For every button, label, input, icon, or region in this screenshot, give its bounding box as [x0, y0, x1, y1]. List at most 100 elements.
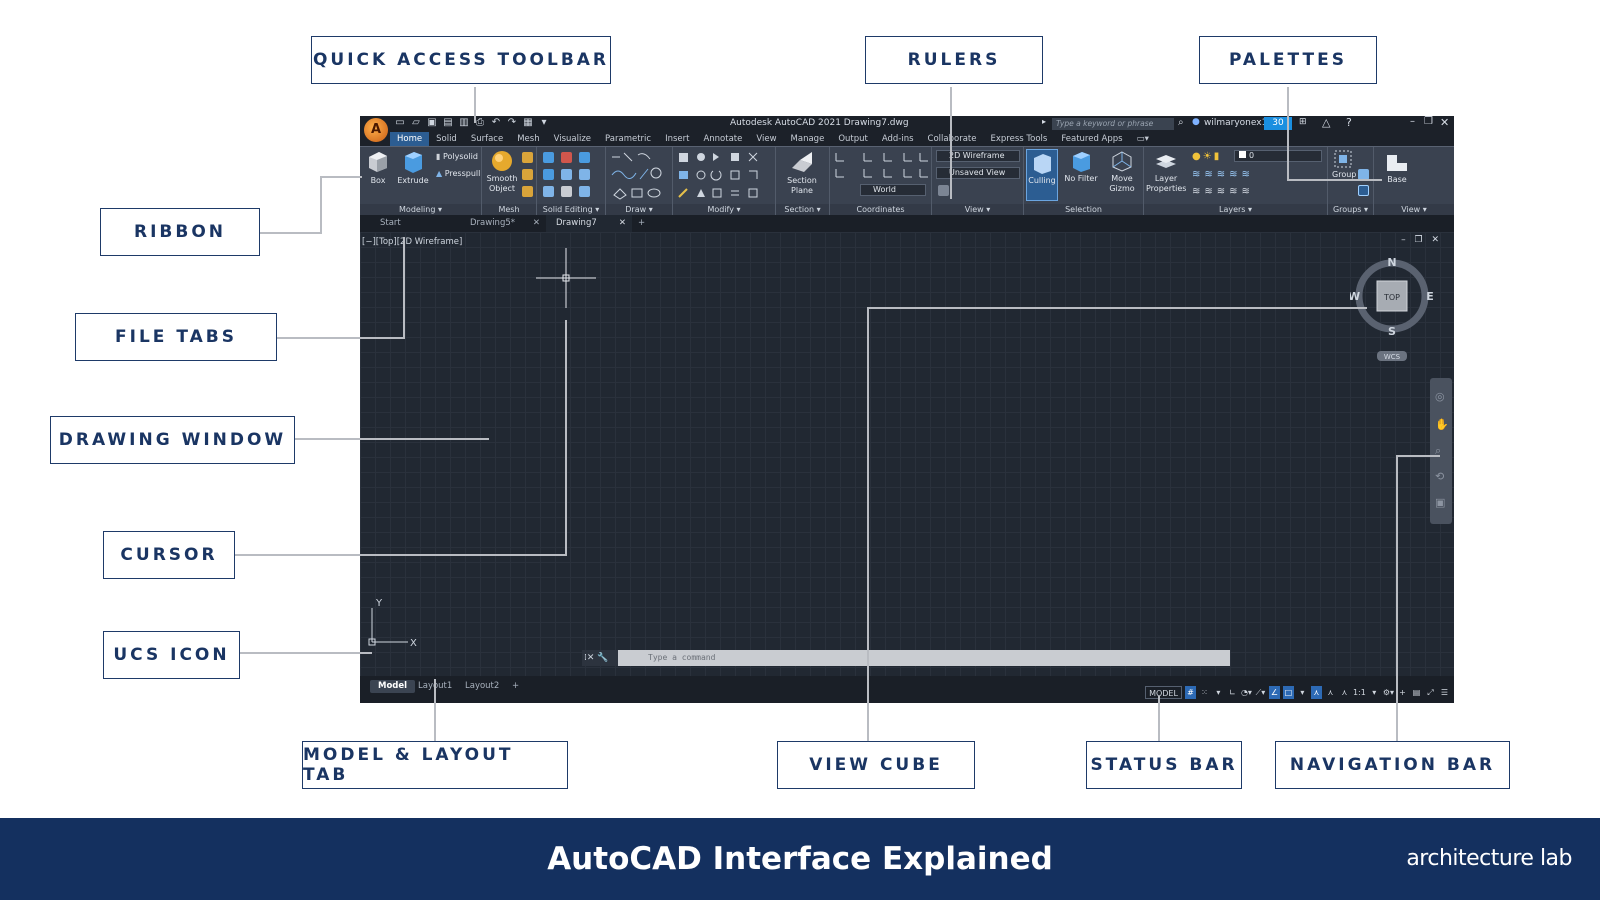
search-arrow-icon[interactable]: ▸: [1042, 117, 1046, 126]
object-snap-tracking-icon[interactable]: ∠: [1268, 685, 1280, 699]
panel-title-view-base[interactable]: View ▾: [1374, 204, 1454, 215]
panel-title-draw[interactable]: Draw ▾: [606, 204, 672, 215]
save-icon[interactable]: ▣: [426, 117, 438, 129]
open-file-icon[interactable]: ▱: [410, 117, 422, 129]
snap-icon[interactable]: ⁙: [1199, 686, 1210, 699]
minimize-icon[interactable]: –: [1410, 116, 1415, 127]
search-icon[interactable]: ⌕: [1178, 117, 1184, 128]
panel-title-groups[interactable]: Groups ▾: [1328, 204, 1373, 215]
layer-properties-tool[interactable]: Layer Properties: [1146, 150, 1186, 194]
annotation-visibility-icon[interactable]: ⋏: [1310, 685, 1322, 699]
intersect-icon[interactable]: [579, 152, 590, 163]
user-name[interactable]: wilmaryonex13: [1204, 118, 1273, 128]
tab-layout2[interactable]: Layout2: [457, 680, 507, 693]
compass-s[interactable]: S: [1388, 325, 1396, 338]
close-icon[interactable]: ✕: [1440, 116, 1449, 129]
section-plane-tool[interactable]: Section Plane: [784, 150, 820, 196]
layer-state-icons[interactable]: ●☀▮: [1192, 151, 1221, 162]
object-snap-icon[interactable]: □: [1282, 685, 1294, 699]
showmotion-icon[interactable]: ▣: [1435, 496, 1445, 509]
compass-w[interactable]: W: [1350, 290, 1360, 303]
annotation-scale-value[interactable]: 1:1: [1353, 686, 1366, 699]
share-icon[interactable]: ▦: [522, 117, 534, 129]
open-web-icon[interactable]: ▥: [458, 117, 470, 129]
panel-title-solid-editing[interactable]: Solid Editing ▾: [537, 204, 605, 215]
mesh-smooth-less-icon[interactable]: [522, 169, 533, 180]
pan-icon[interactable]: ✋: [1435, 418, 1449, 431]
box-tool[interactable]: Box: [364, 150, 392, 186]
slice-icon[interactable]: [561, 169, 572, 180]
undo-icon[interactable]: ↶: [490, 117, 502, 129]
ucs-dropdown[interactable]: World: [860, 184, 926, 196]
panel-title-layers[interactable]: Layers ▾: [1144, 204, 1327, 215]
compass-e[interactable]: E: [1426, 290, 1434, 303]
draw-tools-icons[interactable]: [610, 151, 670, 201]
tab-solid[interactable]: Solid: [429, 132, 464, 146]
tab-collaborate[interactable]: Collaborate: [921, 132, 984, 146]
group-select-icon[interactable]: [1358, 185, 1369, 196]
tab-mesh[interactable]: Mesh: [510, 132, 546, 146]
new-file-icon[interactable]: ▭: [394, 117, 406, 129]
no-filter-tool[interactable]: No Filter: [1062, 150, 1100, 184]
layer-tools-row-3-icons[interactable]: ≋≋≋≋≋: [1192, 186, 1254, 197]
interfere-icon[interactable]: [543, 169, 554, 180]
file-tab-drawing7[interactable]: Drawing7 ✕: [546, 215, 632, 232]
viewport-window-controls[interactable]: – ❐ ✕: [1401, 235, 1442, 245]
customize-menu-icon[interactable]: ☰: [1439, 686, 1450, 699]
subtract-icon[interactable]: [561, 152, 572, 163]
drawing-window[interactable]: [−][Top][2D Wireframe] – ❐ ✕ TOP N S E W…: [360, 232, 1454, 676]
customize-qat-icon[interactable]: ▾: [538, 117, 550, 129]
polar-icon[interactable]: ◔▾: [1241, 686, 1252, 699]
cart-icon[interactable]: ⊞: [1299, 117, 1307, 127]
tab-express-tools[interactable]: Express Tools: [983, 132, 1054, 146]
panel-title-selection[interactable]: Selection: [1024, 204, 1143, 215]
union-icon[interactable]: [543, 152, 554, 163]
units-icon[interactable]: ▤: [1411, 686, 1422, 699]
ribbon-toggle-icon[interactable]: ▭▾: [1130, 132, 1156, 146]
object-snap-menu-icon[interactable]: ▾: [1297, 686, 1308, 699]
tab-featured-apps[interactable]: Featured Apps: [1054, 132, 1129, 146]
view-cube[interactable]: TOP N S E W WCS: [1350, 256, 1434, 366]
tab-add-ins[interactable]: Add-ins: [875, 132, 921, 146]
add-layout-icon[interactable]: +: [504, 680, 527, 693]
add-icon[interactable]: +: [1397, 686, 1408, 699]
viewport-config-icon[interactable]: [938, 185, 949, 196]
close-tab-icon[interactable]: ✕: [619, 215, 626, 232]
annotation-scale-icon[interactable]: ⋏: [1339, 686, 1350, 699]
panel-title-view[interactable]: View ▾: [932, 204, 1023, 215]
autodesk-a360-icon[interactable]: △: [1322, 116, 1330, 129]
fullscreen-icon[interactable]: ⤢: [1425, 686, 1436, 699]
command-line-input[interactable]: Type a command: [618, 650, 1230, 666]
tab-visualize[interactable]: Visualize: [547, 132, 598, 146]
tab-view[interactable]: View: [749, 132, 783, 146]
group-tool[interactable]: Group: [1332, 150, 1356, 180]
tab-manage[interactable]: Manage: [784, 132, 832, 146]
view-cube-face[interactable]: TOP: [1383, 293, 1400, 302]
save-as-icon[interactable]: ▤: [442, 117, 454, 129]
saved-view-dropdown[interactable]: Unsaved View: [936, 167, 1020, 179]
workspace-gear-icon[interactable]: ⚙▾: [1383, 686, 1394, 699]
separate-icon[interactable]: [579, 186, 590, 197]
close-tab-icon[interactable]: ✕: [533, 215, 540, 232]
application-menu-button[interactable]: A: [364, 118, 388, 142]
command-line-controls[interactable]: ⁞✕ 🔧: [582, 650, 618, 666]
snap-menu-icon[interactable]: ▾: [1213, 686, 1224, 699]
mesh-refine-icon[interactable]: [522, 186, 533, 197]
panel-title-coordinates[interactable]: Coordinates: [830, 204, 931, 215]
ucs-tools-icons[interactable]: [834, 151, 929, 181]
panel-title-mesh[interactable]: Mesh: [482, 204, 536, 215]
redo-icon[interactable]: ↷: [506, 117, 518, 129]
new-tab-icon[interactable]: +: [632, 215, 652, 232]
tab-annotate[interactable]: Annotate: [696, 132, 749, 146]
full-navigation-wheel-icon[interactable]: ◎: [1435, 390, 1445, 403]
help-icon[interactable]: ?: [1346, 116, 1352, 129]
panel-title-modify[interactable]: Modify ▾: [673, 204, 775, 215]
grid-icon[interactable]: #: [1184, 685, 1196, 699]
model-space-button[interactable]: MODEL: [1145, 685, 1182, 699]
thicken-icon[interactable]: [579, 169, 590, 180]
isodraft-icon[interactable]: ⟋▾: [1255, 686, 1266, 699]
visual-style-dropdown[interactable]: 2D Wireframe: [936, 150, 1020, 162]
tab-insert[interactable]: Insert: [658, 132, 696, 146]
culling-tool[interactable]: Culling: [1026, 149, 1058, 201]
base-view-tool[interactable]: Base: [1380, 153, 1414, 185]
